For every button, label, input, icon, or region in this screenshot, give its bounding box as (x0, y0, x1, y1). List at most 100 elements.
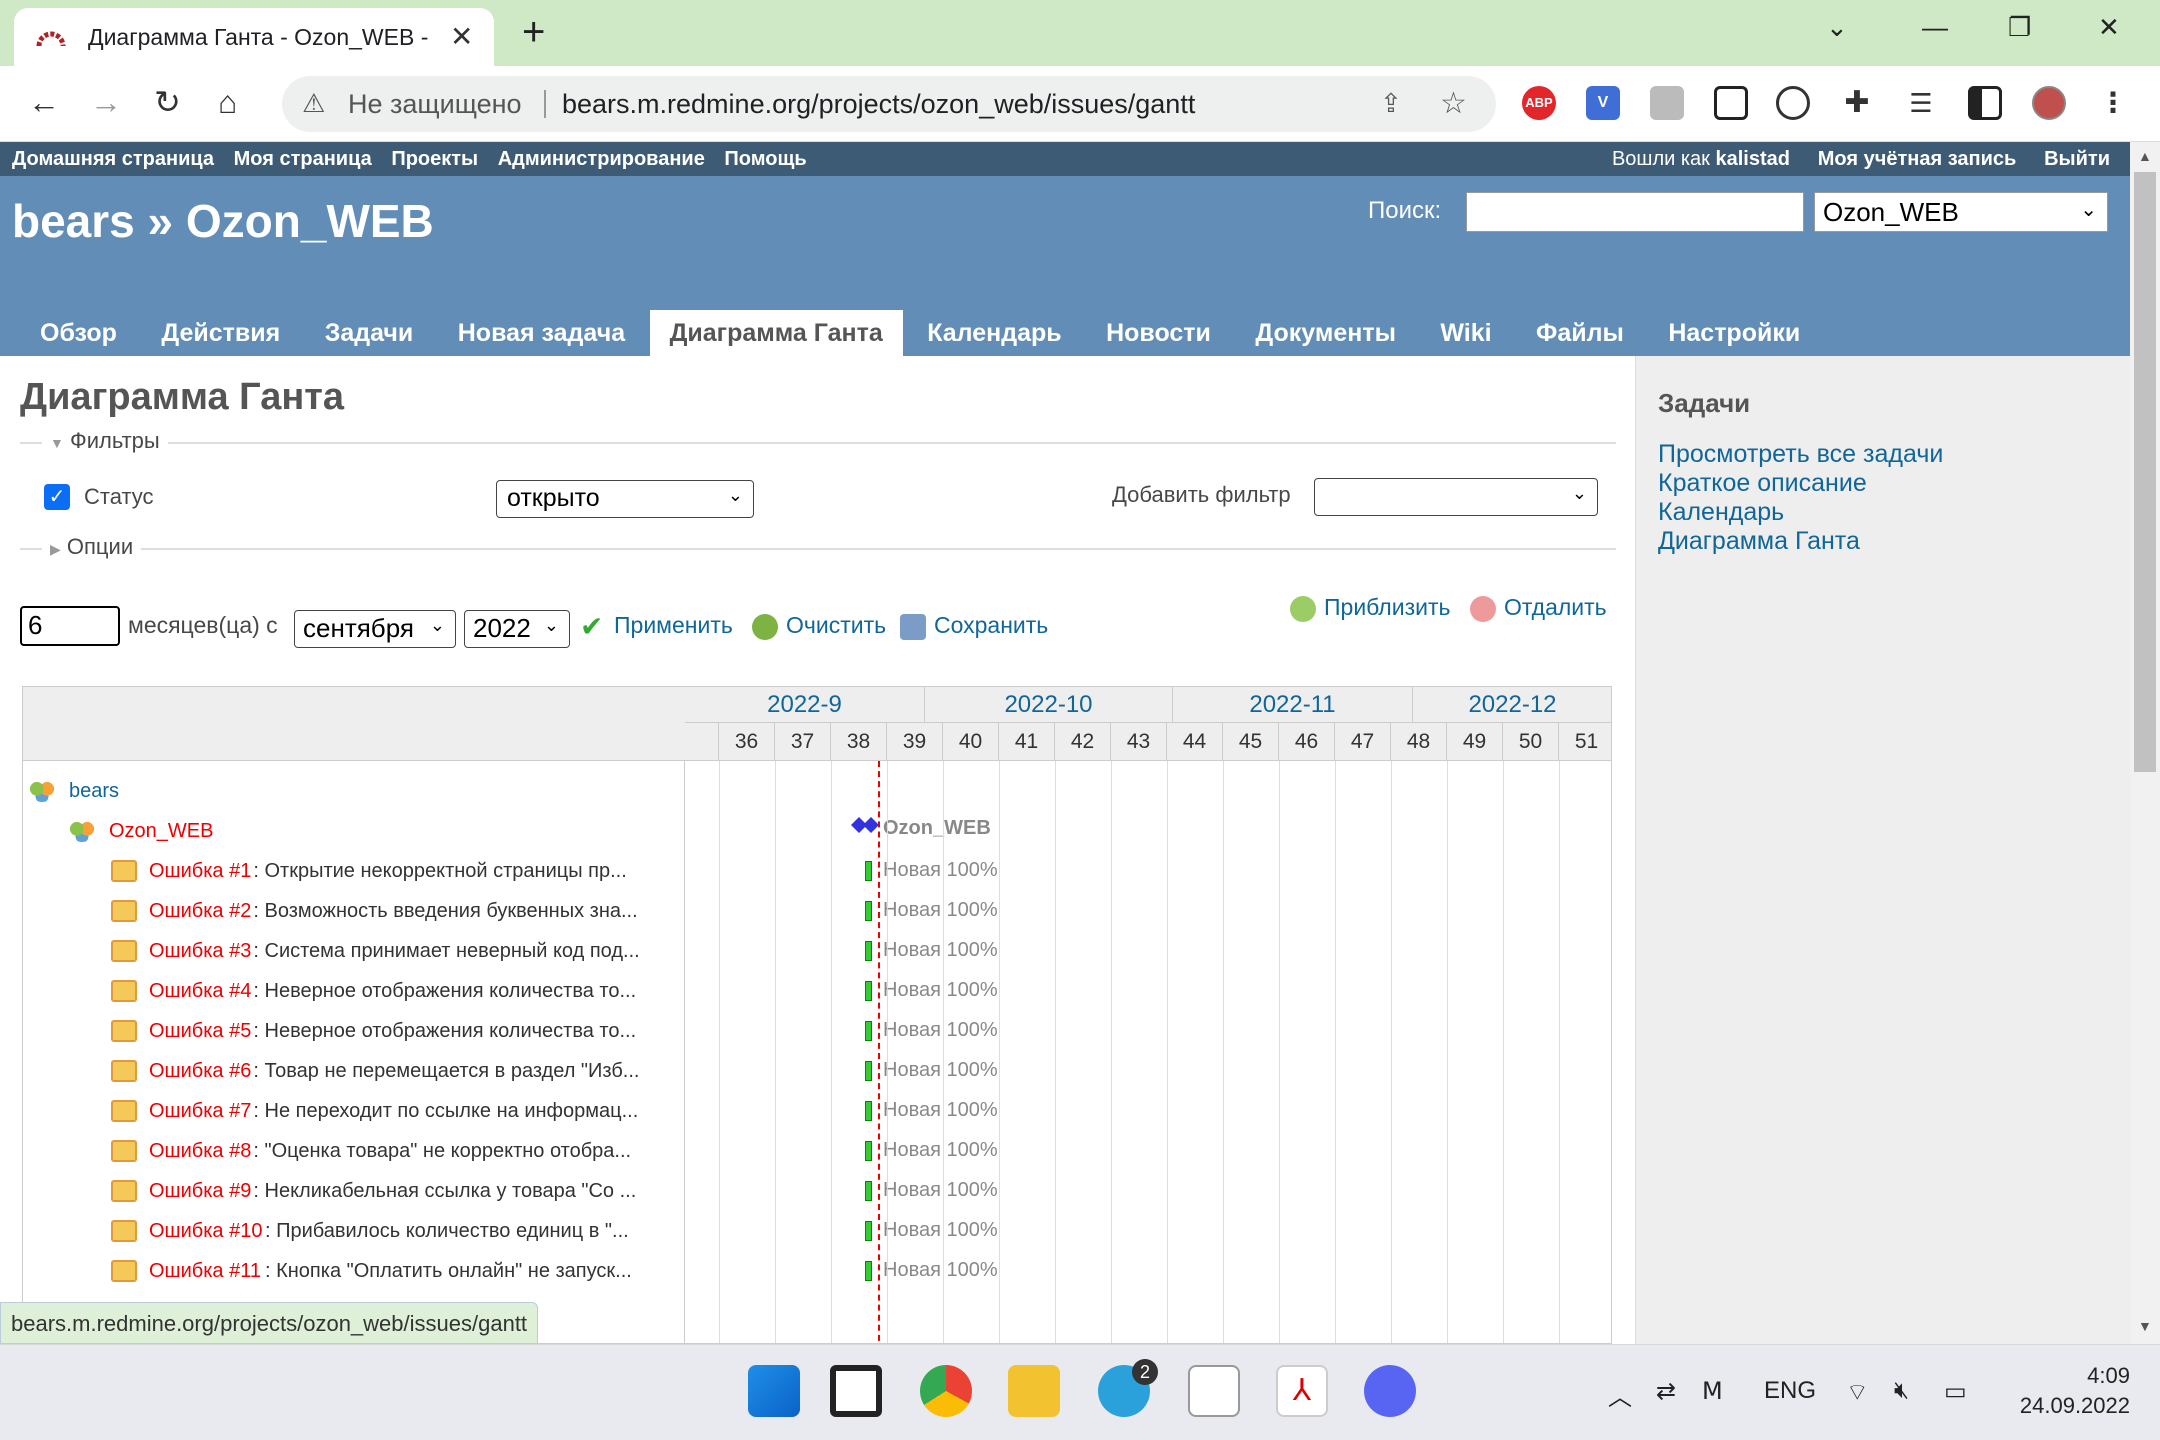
browser-menu-icon[interactable]: ⋮ (2096, 86, 2130, 120)
notepad-icon[interactable] (1188, 1365, 1240, 1417)
save-button[interactable]: Сохранить (900, 612, 1048, 640)
scrollbar-thumb[interactable] (2134, 172, 2156, 772)
issue-link[interactable]: Ошибка #11 (149, 1251, 261, 1291)
issue-link[interactable]: Ошибка #1 (149, 851, 251, 891)
tab-settings[interactable]: Настройки (1648, 310, 1820, 356)
browser-tab-active[interactable]: Диаграмма Ганта - Ozon_WEB - ✕ (14, 8, 494, 66)
topmenu-my-page[interactable]: Моя страница (234, 148, 372, 170)
system-clock[interactable]: 4:09 24.09.2022 (2020, 1361, 2130, 1421)
extensions-puzzle-icon[interactable]: ✚ (1840, 86, 1874, 120)
project-link[interactable]: Ozon_WEB (109, 811, 213, 851)
volume-muted-icon[interactable]: 🔇︎ (1894, 1377, 1909, 1405)
issue-bar[interactable] (865, 1061, 872, 1081)
sidebar-link-summary[interactable]: Краткое описание (1658, 469, 1943, 498)
reload-icon[interactable]: ↻ (154, 84, 181, 120)
logout-link[interactable]: Выйти (2044, 148, 2110, 170)
restore-icon[interactable]: ❐ (2008, 12, 2031, 43)
bookmark-star-icon[interactable]: ☆ (1440, 86, 1467, 121)
new-tab-button[interactable]: + (522, 10, 545, 54)
adblock-plus-icon[interactable]: ABP (1522, 86, 1556, 120)
forward-icon[interactable]: → (90, 84, 122, 120)
topmenu-help[interactable]: Помощь (724, 148, 806, 170)
v-extension-icon[interactable]: V (1586, 86, 1620, 120)
issue-bar[interactable] (865, 1141, 872, 1161)
window-close-icon[interactable]: ✕ (2098, 12, 2120, 43)
issue-link[interactable]: Ошибка #10 (149, 1211, 262, 1251)
tab-files[interactable]: Файлы (1516, 310, 1644, 356)
tray-app-icon[interactable]: Ⅿ (1702, 1377, 1723, 1406)
tab-close-icon[interactable]: ✕ (450, 20, 473, 53)
tray-settings-icon[interactable]: ⇄ (1656, 1377, 1676, 1406)
tab-news[interactable]: Новости (1086, 310, 1231, 356)
avatar[interactable] (2032, 86, 2066, 120)
scroll-up-icon[interactable]: ▲ (2138, 148, 2152, 164)
issue-link[interactable]: Ошибка #3 (149, 931, 251, 971)
apply-button[interactable]: ✔ Применить (580, 612, 733, 640)
chrome-icon[interactable] (920, 1365, 972, 1417)
issue-link[interactable]: Ошибка #6 (149, 1051, 251, 1091)
issue-link[interactable]: Ошибка #8 (149, 1131, 251, 1171)
file-explorer-icon[interactable] (1008, 1365, 1060, 1417)
issue-bar[interactable] (865, 901, 872, 921)
tab-activity[interactable]: Действия (141, 310, 300, 356)
start-year-select[interactable]: 2022 ⌄ (464, 610, 570, 648)
issue-bar[interactable] (865, 1101, 872, 1121)
tab-search-chevron-icon[interactable]: ⌄ (1826, 12, 1848, 43)
logged-in-user[interactable]: kalistad (1715, 148, 1789, 170)
issue-link[interactable]: Ошибка #2 (149, 891, 251, 931)
page-scrollbar[interactable]: ▲ ▼ (2130, 142, 2160, 1344)
zoom-out-button[interactable]: Отдалить (1470, 594, 1607, 622)
media-control-icon[interactable]: ☰ (1904, 86, 1938, 120)
discord-icon[interactable] (1364, 1365, 1416, 1417)
issue-link[interactable]: Ошибка #7 (149, 1091, 251, 1131)
options-toggle[interactable]: ▶ Опции (42, 534, 142, 560)
issue-bar[interactable] (865, 1021, 872, 1041)
picture-in-picture-icon[interactable] (1714, 86, 1748, 120)
minimize-icon[interactable]: — (1922, 12, 1948, 43)
issue-bar[interactable] (865, 941, 872, 961)
tab-documents[interactable]: Документы (1235, 310, 1416, 356)
task-view-icon[interactable] (830, 1365, 882, 1417)
issue-link[interactable]: Ошибка #4 (149, 971, 251, 1011)
battery-icon[interactable]: ▭ (1944, 1377, 1967, 1406)
scroll-down-icon[interactable]: ▼ (2138, 1318, 2152, 1334)
issue-bar[interactable] (865, 981, 872, 1001)
tray-chevron-icon[interactable]: ︿ (1608, 1377, 1632, 1412)
address-bar[interactable]: ⚠ Не защищено bears.m.redmine.org/projec… (282, 76, 1496, 132)
back-icon[interactable]: ← (28, 84, 60, 120)
tab-issues[interactable]: Задачи (305, 310, 434, 356)
sidebar-link-all-issues[interactable]: Просмотреть все задачи (1658, 440, 1943, 469)
search-input[interactable] (1466, 192, 1804, 232)
issue-bar[interactable] (865, 1181, 872, 1201)
my-account-link[interactable]: Моя учётная запись (1818, 148, 2017, 170)
issue-bar[interactable] (865, 861, 872, 881)
issue-bar[interactable] (865, 1221, 872, 1241)
share-icon[interactable]: ⇪ (1380, 88, 1402, 119)
start-month-select[interactable]: сентября ⌄ (294, 610, 456, 648)
tab-calendar[interactable]: Календарь (907, 310, 1081, 356)
home-icon[interactable]: ⌂ (218, 84, 237, 120)
topmenu-projects[interactable]: Проекты (391, 148, 478, 170)
issue-link[interactable]: Ошибка #9 (149, 1171, 251, 1211)
wifi-icon[interactable]: ⌔ (1846, 1377, 1869, 1407)
clear-button[interactable]: Очистить (752, 612, 886, 640)
root-project-link[interactable]: bears (69, 771, 119, 811)
tab-new-issue[interactable]: Новая задача (438, 310, 645, 356)
sidebar-link-calendar[interactable]: Календарь (1658, 498, 1943, 527)
topmenu-home[interactable]: Домашняя страница (12, 148, 214, 170)
pdf-reader-icon[interactable]: ⅄ (1276, 1365, 1328, 1417)
tab-gantt[interactable]: Диаграмма Ганта (649, 310, 903, 356)
status-filter-checkbox[interactable]: ✓ (44, 484, 70, 510)
translate-extension-icon[interactable] (1776, 86, 1810, 120)
status-operator-select[interactable]: открыто ⌄ (496, 480, 754, 518)
tab-overview[interactable]: Обзор (20, 310, 137, 356)
filters-toggle[interactable]: ▼ Фильтры (42, 428, 168, 454)
telegram-icon[interactable]: 2 (1098, 1359, 1158, 1417)
language-indicator[interactable]: ENG (1764, 1377, 1816, 1405)
windows-start-icon[interactable] (748, 1365, 800, 1417)
tab-wiki[interactable]: Wiki (1420, 310, 1511, 356)
zoom-in-button[interactable]: Приблизить (1290, 594, 1451, 622)
issue-link[interactable]: Ошибка #5 (149, 1011, 251, 1051)
issue-bar[interactable] (865, 1261, 872, 1281)
months-input[interactable]: 6 (20, 606, 120, 646)
